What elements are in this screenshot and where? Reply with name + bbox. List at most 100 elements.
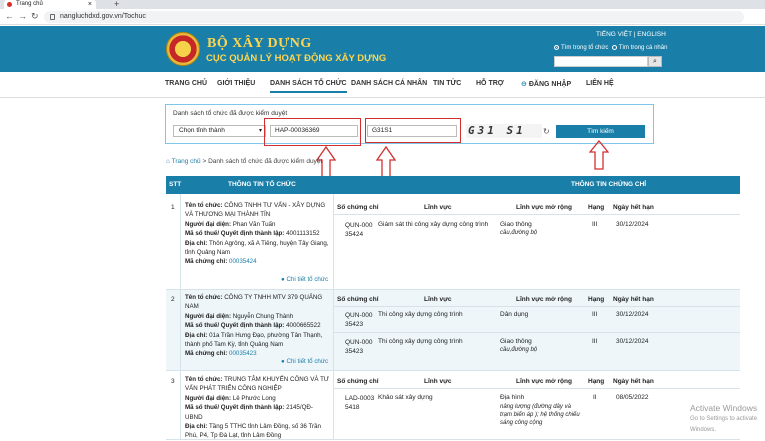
cert-ext-detail: nâng lượng (đường dây và trạm biến áp );…	[500, 404, 580, 426]
menu-person-list[interactable]: DANH SÁCH CÁ NHÂN	[351, 80, 427, 87]
menu-about[interactable]: GIỚI THIỆU	[217, 80, 255, 87]
filter-title: Danh sách tổ chức đã được kiểm duyệt	[173, 110, 288, 117]
table-header: STT THÔNG TIN TỔ CHỨC THÔNG TIN CHỨNG CH…	[166, 176, 740, 194]
site-favicon-icon	[7, 2, 12, 7]
breadcrumb-home[interactable]: Trang chủ	[172, 158, 201, 165]
rep-label: Người đại diện:	[185, 394, 232, 402]
menu-org-list[interactable]: DANH SÁCH TỔ CHỨC	[270, 80, 347, 93]
tab-close-icon[interactable]: ×	[88, 0, 92, 9]
col-cert: THÔNG TIN CHỨNG CHỈ	[571, 181, 647, 188]
url-text: nangluchdxd.gov.vn/Tochuc	[60, 13, 146, 20]
sub-cert-no: Số chứng chỉ	[337, 378, 379, 385]
home-icon: ⌂	[166, 158, 170, 165]
col-stt: STT	[169, 181, 182, 188]
org-rep: Nguyễn Chung Thành	[232, 312, 294, 320]
menu-support[interactable]: HỖ TRỢ	[476, 80, 504, 87]
cert-number: QUN-00035424	[345, 221, 375, 239]
org-rep: Lê Phước Long	[232, 394, 276, 402]
url-input[interactable]: nangluchdxd.gov.vn/Tochuc	[44, 11, 744, 23]
row-stt: 3	[171, 378, 175, 385]
menu-news[interactable]: TIN TỨC	[433, 80, 461, 87]
cert-rank: III	[592, 221, 598, 228]
cert-expiry: 08/05/2022	[616, 394, 649, 401]
row-stt: 1	[171, 204, 175, 211]
watermark-line2: Go to Settings to activate Windows.	[690, 416, 758, 433]
menu-login-label: ĐĂNG NHẬP	[528, 81, 572, 88]
org-tax: 4001113152	[286, 230, 320, 238]
org-cert-code[interactable]: 00035423	[229, 350, 257, 357]
cert-expiry: 30/12/2024	[616, 311, 649, 318]
search-button[interactable]: Tìm kiếm	[556, 125, 645, 138]
addr-label: Địa chỉ:	[185, 423, 208, 431]
captcha-refresh-icon[interactable]: ↻	[543, 127, 550, 136]
org-info: Tên tổ chức: TRUNG TÂM KHUYẾN CÔNG VÀ TƯ…	[185, 375, 330, 441]
sub-rank: Hạng	[588, 296, 605, 303]
column-divider	[333, 194, 334, 440]
cert-ext-field: Giao thông	[500, 221, 532, 228]
header-search-button[interactable]: ⌕	[648, 56, 662, 67]
radio-person-icon[interactable]	[611, 45, 617, 50]
tax-label: Mã số thuế/ Quyết định thành lập:	[185, 230, 285, 238]
org-address: Thôn Agrông, xã A Tiêng, huyện Tây Giang…	[185, 239, 329, 257]
sub-ext-field: Lĩnh vực mở rộng	[516, 296, 572, 303]
language-switch[interactable]: TIẾNG VIỆT | ENGLISH	[596, 31, 666, 38]
radio-person-label[interactable]: Tìm trong cá nhân	[619, 45, 668, 51]
org-name-label: Tên tổ chức:	[185, 202, 223, 209]
browser-tab[interactable]: Trang chủ ×	[4, 0, 96, 9]
windows-activation-watermark: Activate Windows Go to Settings to activ…	[690, 403, 765, 436]
annotation-arrow-search	[589, 140, 609, 170]
sub-exp: Ngày hết hạn	[613, 378, 654, 385]
search-scope-radios: Tìm trong tổ chức Tìm trong cá nhân	[554, 45, 667, 51]
row-divider	[333, 214, 740, 215]
back-arrow-icon[interactable]: ←	[5, 11, 14, 22]
column-divider	[180, 194, 181, 440]
org-detail-link[interactable]: ● Chi tiết tổ chức	[281, 276, 328, 283]
radio-org-label[interactable]: Tìm trong tổ chức	[561, 45, 608, 51]
sub-ext-field: Lĩnh vực mở rộng	[516, 378, 572, 385]
tax-label: Mã số thuế/ Quyết định thành lập:	[185, 404, 285, 412]
sub-field: Lĩnh vực	[424, 296, 452, 303]
org-info: Tên tổ chức: CÔNG TY TNHH MTV 379 QUẢNG …	[185, 293, 330, 359]
cert-field: Giám sát thi công xây dựng công trình	[378, 221, 489, 228]
cert-rank: III	[592, 311, 598, 318]
row-divider	[333, 388, 740, 389]
org-info: Tên tổ chức: CÔNG TNHH TƯ VẤN - XÂY DỰNG…	[185, 201, 330, 267]
breadcrumb-current: Danh sách tổ chức đã được kiểm duyệt	[208, 158, 323, 165]
org-tax: 4000665522	[286, 322, 321, 330]
site-title: BỘ XÂY DỰNG	[207, 36, 312, 51]
cert-number-text: QUN-00035423	[345, 339, 373, 355]
cert-ext-detail: cầu,đường bộ	[500, 230, 538, 236]
rep-label: Người đại diện:	[185, 312, 232, 320]
cert-field: Thi công xây dựng công trình	[378, 338, 463, 345]
radio-org-icon[interactable]	[554, 45, 559, 50]
cert-ext-detail: cầu,đường bộ	[500, 347, 538, 353]
menu-login[interactable]: ⊖ ĐĂNG NHẬP	[521, 80, 571, 88]
captcha-image: G31 S1	[466, 124, 542, 138]
header-search-input[interactable]	[554, 56, 648, 67]
cert-number: LAD-00035418	[345, 394, 375, 412]
rep-label: Người đại diện:	[185, 220, 232, 228]
address-bar-row: ← → ↻ nangluchdxd.gov.vn/Tochuc	[0, 9, 765, 25]
info-icon: ●	[281, 358, 285, 365]
row-stt: 2	[171, 296, 175, 303]
new-tab-button[interactable]: +	[114, 0, 119, 9]
reload-icon[interactable]: ↻	[31, 11, 39, 22]
login-icon: ⊖	[521, 81, 527, 88]
cert-rank: II	[593, 394, 597, 401]
cert-expiry: 30/12/2024	[616, 221, 649, 228]
national-emblem-logo	[166, 32, 200, 66]
sub-cert-no: Số chứng chỉ	[337, 296, 379, 303]
main-menu: TRANG CHỦ GIỚI THIỆU DANH SÁCH TỔ CHỨC D…	[0, 72, 765, 98]
forward-arrow-icon[interactable]: →	[18, 11, 27, 22]
cert-number-text: LAD-00035418	[345, 395, 375, 411]
org-detail-link[interactable]: ● Chi tiết tổ chức	[281, 358, 328, 365]
menu-home[interactable]: TRANG CHỦ	[165, 80, 207, 87]
info-icon: ●	[281, 276, 285, 283]
row-divider	[333, 306, 740, 307]
breadcrumb: ⌂ Trang chủ > Danh sách tổ chức đã được …	[166, 158, 322, 165]
menu-contact[interactable]: LIÊN HỆ	[586, 80, 614, 87]
code-label: Mã chứng chỉ:	[185, 258, 228, 266]
org-cert-code[interactable]: 00035424	[229, 258, 257, 265]
province-select[interactable]: Chọn tỉnh thành	[173, 125, 266, 137]
watermark-line1: Activate Windows	[690, 403, 758, 413]
